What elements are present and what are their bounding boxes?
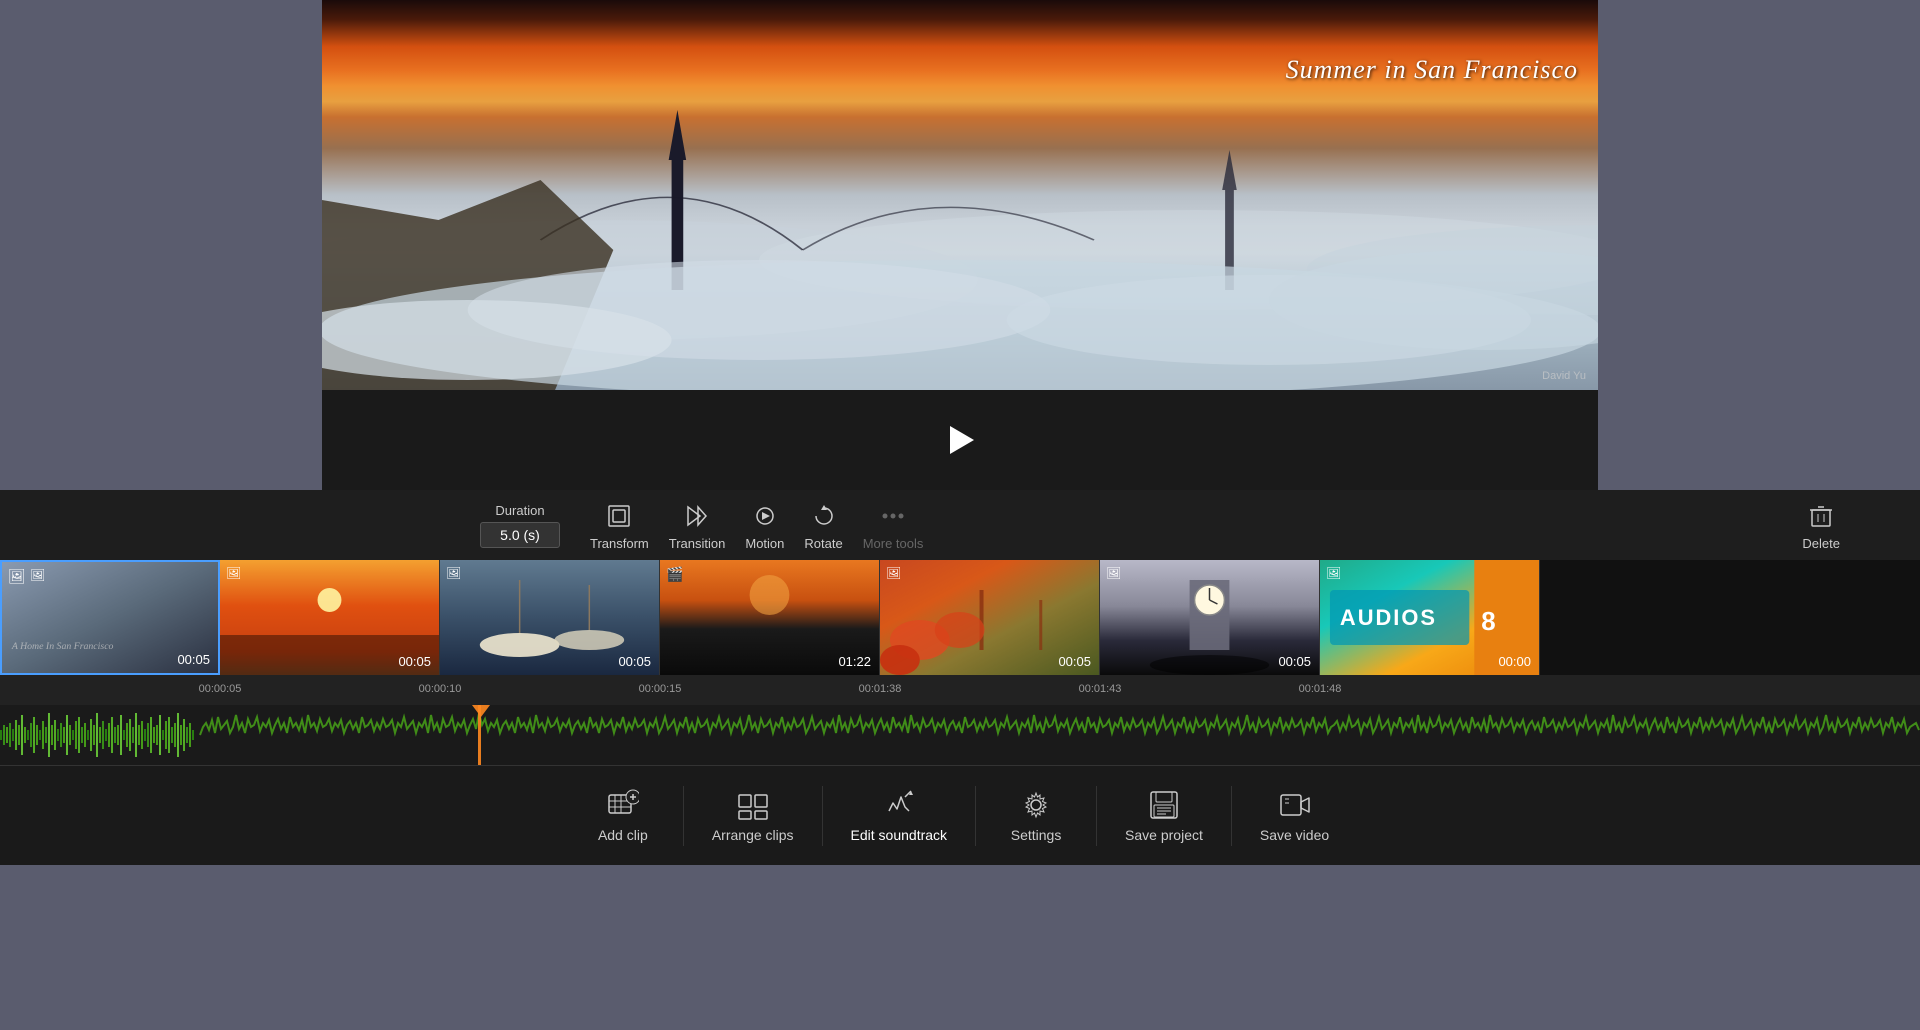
ruler-mark-2: 00:00:10 bbox=[419, 683, 462, 695]
clip-7-duration: 00:00 bbox=[1498, 654, 1531, 669]
add-clip-button[interactable]: Add clip bbox=[563, 779, 683, 853]
clip-6-icon: 🖼 bbox=[1106, 566, 1121, 580]
add-clip-label: Add clip bbox=[598, 827, 648, 843]
transition-label: Transition bbox=[669, 536, 726, 551]
clip-2[interactable]: 🖼 00:05 bbox=[220, 560, 440, 675]
arrange-clips-button[interactable]: Arrange clips bbox=[684, 779, 822, 853]
waveform-svg bbox=[0, 705, 1920, 765]
timeline-ruler: 00:00:05 00:00:10 00:00:15 00:01:38 00:0… bbox=[0, 675, 1920, 705]
motion-tool[interactable]: Motion bbox=[745, 500, 784, 551]
preview-section: Summer in San Francisco David Yu bbox=[0, 0, 1920, 490]
rotate-tool[interactable]: Rotate bbox=[804, 500, 842, 551]
clip-1-icon2: 🖼 bbox=[30, 568, 45, 582]
save-project-label: Save project bbox=[1125, 827, 1203, 843]
delete-icon bbox=[1805, 500, 1837, 532]
rotate-label: Rotate bbox=[804, 536, 842, 551]
preview-bg-right bbox=[1598, 0, 1920, 490]
toolbar: Duration Transform Transition bbox=[0, 490, 1920, 560]
clips-row: A Home In San Francisco 🖼 🖼 00:05 bbox=[0, 560, 1920, 675]
preview-image-area: Summer in San Francisco David Yu bbox=[322, 0, 1598, 390]
audio-waveform bbox=[0, 705, 1920, 765]
play-button[interactable] bbox=[940, 420, 980, 460]
preview-center: Summer in San Francisco David Yu bbox=[322, 0, 1598, 490]
duration-label: Duration bbox=[495, 503, 544, 518]
more-tools-label: More tools bbox=[863, 536, 924, 551]
photo-credit: David Yu bbox=[1542, 370, 1586, 382]
clip-2-icon: 🖼 bbox=[226, 566, 241, 580]
clip-1-duration: 00:05 bbox=[177, 652, 210, 667]
edit-soundtrack-label: Edit soundtrack bbox=[851, 827, 948, 843]
duration-tool: Duration bbox=[480, 503, 560, 548]
settings-button[interactable]: Settings bbox=[976, 779, 1096, 853]
clip-5[interactable]: 🖼 00:05 bbox=[880, 560, 1100, 675]
arrange-clips-label: Arrange clips bbox=[712, 827, 794, 843]
svg-text:AUDIOS: AUDIOS bbox=[1340, 605, 1437, 630]
clip-5-icon: 🖼 bbox=[886, 566, 901, 580]
ruler-mark-1: 00:00:05 bbox=[199, 683, 242, 695]
clip-3-duration: 00:05 bbox=[618, 654, 651, 669]
transition-tool[interactable]: Transition bbox=[669, 500, 726, 551]
duration-input[interactable] bbox=[480, 522, 560, 548]
svg-text:8: 8 bbox=[1481, 608, 1495, 636]
svg-text:A Home In San Francisco: A Home In San Francisco bbox=[11, 641, 114, 652]
play-triangle-icon bbox=[950, 426, 974, 454]
add-clip-icon bbox=[607, 789, 639, 821]
clip-4[interactable]: 🎬 01:22 bbox=[660, 560, 880, 675]
save-project-icon bbox=[1148, 789, 1180, 821]
transform-tool[interactable]: Transform bbox=[590, 500, 649, 551]
save-video-icon bbox=[1279, 789, 1311, 821]
ruler-mark-6: 00:01:48 bbox=[1299, 683, 1342, 695]
bottom-toolbar: Add clip Arrange clips Edit soundtrack bbox=[0, 765, 1920, 865]
delete-label: Delete bbox=[1802, 536, 1840, 551]
save-video-label: Save video bbox=[1260, 827, 1329, 843]
preview-bottom bbox=[322, 390, 1598, 490]
settings-icon bbox=[1020, 789, 1052, 821]
rotate-icon bbox=[808, 500, 840, 532]
clip-2-duration: 00:05 bbox=[398, 654, 431, 669]
clip-3[interactable]: 🖼 00:05 bbox=[440, 560, 660, 675]
more-tools-icon bbox=[877, 500, 909, 532]
clip-4-duration: 01:22 bbox=[838, 654, 871, 669]
video-title: Summer in San Francisco bbox=[1286, 55, 1578, 85]
settings-label: Settings bbox=[1011, 827, 1062, 843]
clip-6-duration: 00:05 bbox=[1278, 654, 1311, 669]
preview-bg-left bbox=[0, 0, 322, 490]
transform-icon bbox=[603, 500, 635, 532]
ruler-mark-3: 00:00:15 bbox=[639, 683, 682, 695]
delete-tool[interactable]: Delete bbox=[1802, 500, 1840, 551]
edit-soundtrack-button[interactable]: Edit soundtrack bbox=[823, 779, 976, 853]
transform-label: Transform bbox=[590, 536, 649, 551]
clip-3-icon: 🖼 bbox=[446, 566, 461, 580]
motion-label: Motion bbox=[745, 536, 784, 551]
save-project-button[interactable]: Save project bbox=[1097, 779, 1231, 853]
motion-icon bbox=[749, 500, 781, 532]
save-video-button[interactable]: Save video bbox=[1232, 779, 1357, 853]
clip-7-icon: 🖼 bbox=[1326, 566, 1341, 580]
arrange-clips-icon bbox=[737, 789, 769, 821]
clip-4-icon: 🎬 bbox=[666, 566, 683, 583]
clip-1-icon: 🖼 bbox=[8, 568, 26, 585]
clip-7[interactable]: AUDIOS 8 🖼 00:00 bbox=[1320, 560, 1540, 675]
edit-soundtrack-icon bbox=[883, 789, 915, 821]
more-tools-tool[interactable]: More tools bbox=[863, 500, 924, 551]
ruler-mark-4: 00:01:38 bbox=[859, 683, 902, 695]
clip-5-duration: 00:05 bbox=[1058, 654, 1091, 669]
ruler-mark-5: 00:01:43 bbox=[1079, 683, 1122, 695]
main-container: Summer in San Francisco David Yu Duratio… bbox=[0, 0, 1920, 1030]
clip-1[interactable]: A Home In San Francisco 🖼 🖼 00:05 bbox=[0, 560, 220, 675]
clip-6[interactable]: 🖼 00:05 bbox=[1100, 560, 1320, 675]
transition-icon bbox=[681, 500, 713, 532]
